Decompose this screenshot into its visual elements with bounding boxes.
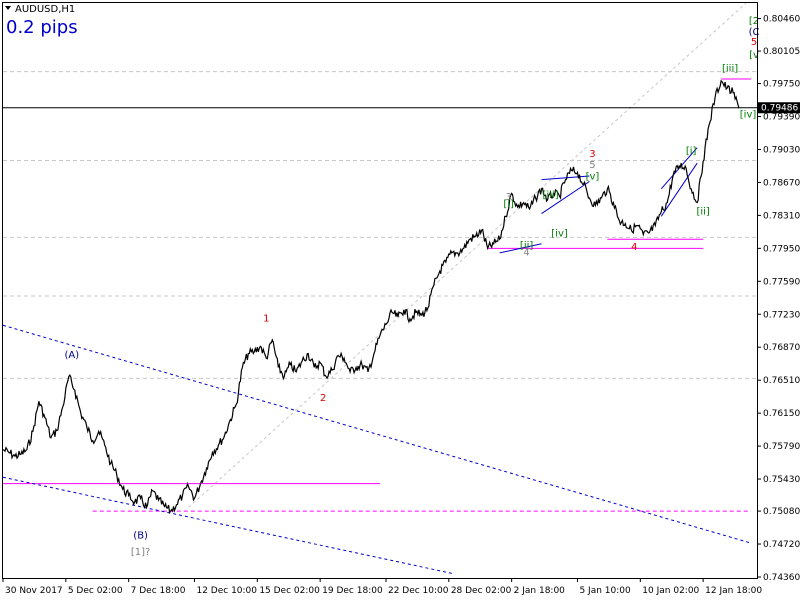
time-tick-label: 12 Dec 10:00 xyxy=(196,586,257,596)
time-tick-label: 2 Jan 18:00 xyxy=(514,586,566,596)
time-tick-label: 15 Dec 02:00 xyxy=(259,586,320,596)
price-tick-label: 0.77590 xyxy=(763,277,800,287)
wave-label: 4 xyxy=(523,248,529,259)
wave-label: [i] xyxy=(686,146,697,157)
price-tick-label: 0.80105 xyxy=(763,47,800,57)
price-tick-label: 0.77950 xyxy=(763,244,800,254)
wave-label: 3 xyxy=(589,149,595,160)
time-tick-label: 10 Jan 02:00 xyxy=(642,586,699,596)
price-tick-label: 0.78310 xyxy=(763,211,800,221)
price-tick-label: 0.78670 xyxy=(763,178,800,188)
wave-label: (B) xyxy=(133,531,148,542)
time-tick-label: 5 Dec 02:00 xyxy=(68,586,123,596)
wave-label: 2 xyxy=(320,393,326,404)
wave-label: [iii] xyxy=(542,190,558,201)
price-tick-label: 0.76150 xyxy=(763,409,800,419)
time-tick-label: 22 Dec 10:00 xyxy=(388,586,449,596)
price-tick-label: 0.80460 xyxy=(763,15,800,25)
price-tick-label: 0.79750 xyxy=(763,80,800,90)
wave-label: 5 xyxy=(589,160,595,171)
wave-label: [v] xyxy=(586,172,600,183)
wave-label: (A) xyxy=(64,350,79,361)
time-tick-label: 28 Dec 02:00 xyxy=(451,586,512,596)
wave-label: [ii] xyxy=(696,206,709,217)
current-price-label: 0.79486 xyxy=(761,104,798,114)
price-tick-label: 0.75430 xyxy=(763,475,800,485)
current-price-tag: 0.79486 xyxy=(758,102,800,114)
wave-label: [iv] xyxy=(551,228,568,239)
price-tick-label: 0.77230 xyxy=(763,310,800,320)
symbol-label: AUDUSD,H1 xyxy=(15,4,75,15)
wave-label: 5 xyxy=(751,37,757,48)
price-tick-label: 0.74720 xyxy=(763,540,800,550)
price-tick-label: 0.76870 xyxy=(763,343,800,353)
time-tick-label: 30 Nov 2017 xyxy=(5,586,63,596)
price-tick-label: 0.74360 xyxy=(763,573,800,583)
price-tick-label: 0.76510 xyxy=(763,376,800,386)
plot-background xyxy=(0,0,800,600)
wave-label: [iv] xyxy=(740,109,757,120)
price-tick-label: 0.79390 xyxy=(763,113,800,123)
wave-label: 4 xyxy=(631,242,637,253)
time-tick-label: 7 Dec 18:00 xyxy=(131,586,186,596)
time-tick-label: 5 Jan 10:00 xyxy=(579,586,631,596)
wave-label: 1 xyxy=(263,314,269,325)
price-chart[interactable]: (A)(B)[1]?1235[v]3[i][iii][iv][ii]4 4[i][… xyxy=(0,0,800,600)
wave-label: [1]? xyxy=(131,547,150,558)
price-tick-label: 0.75080 xyxy=(763,507,800,517)
spread-label: 0.2 pips xyxy=(6,17,78,38)
time-tick-label: 19 Dec 18:00 xyxy=(322,586,383,596)
price-tick-label: 0.79030 xyxy=(763,145,800,155)
wave-label: [iii] xyxy=(722,64,738,75)
price-tick-label: 0.75790 xyxy=(763,442,800,452)
time-tick-label: 12 Jan 18:00 xyxy=(705,586,762,596)
wave-label: [i] xyxy=(503,199,514,210)
